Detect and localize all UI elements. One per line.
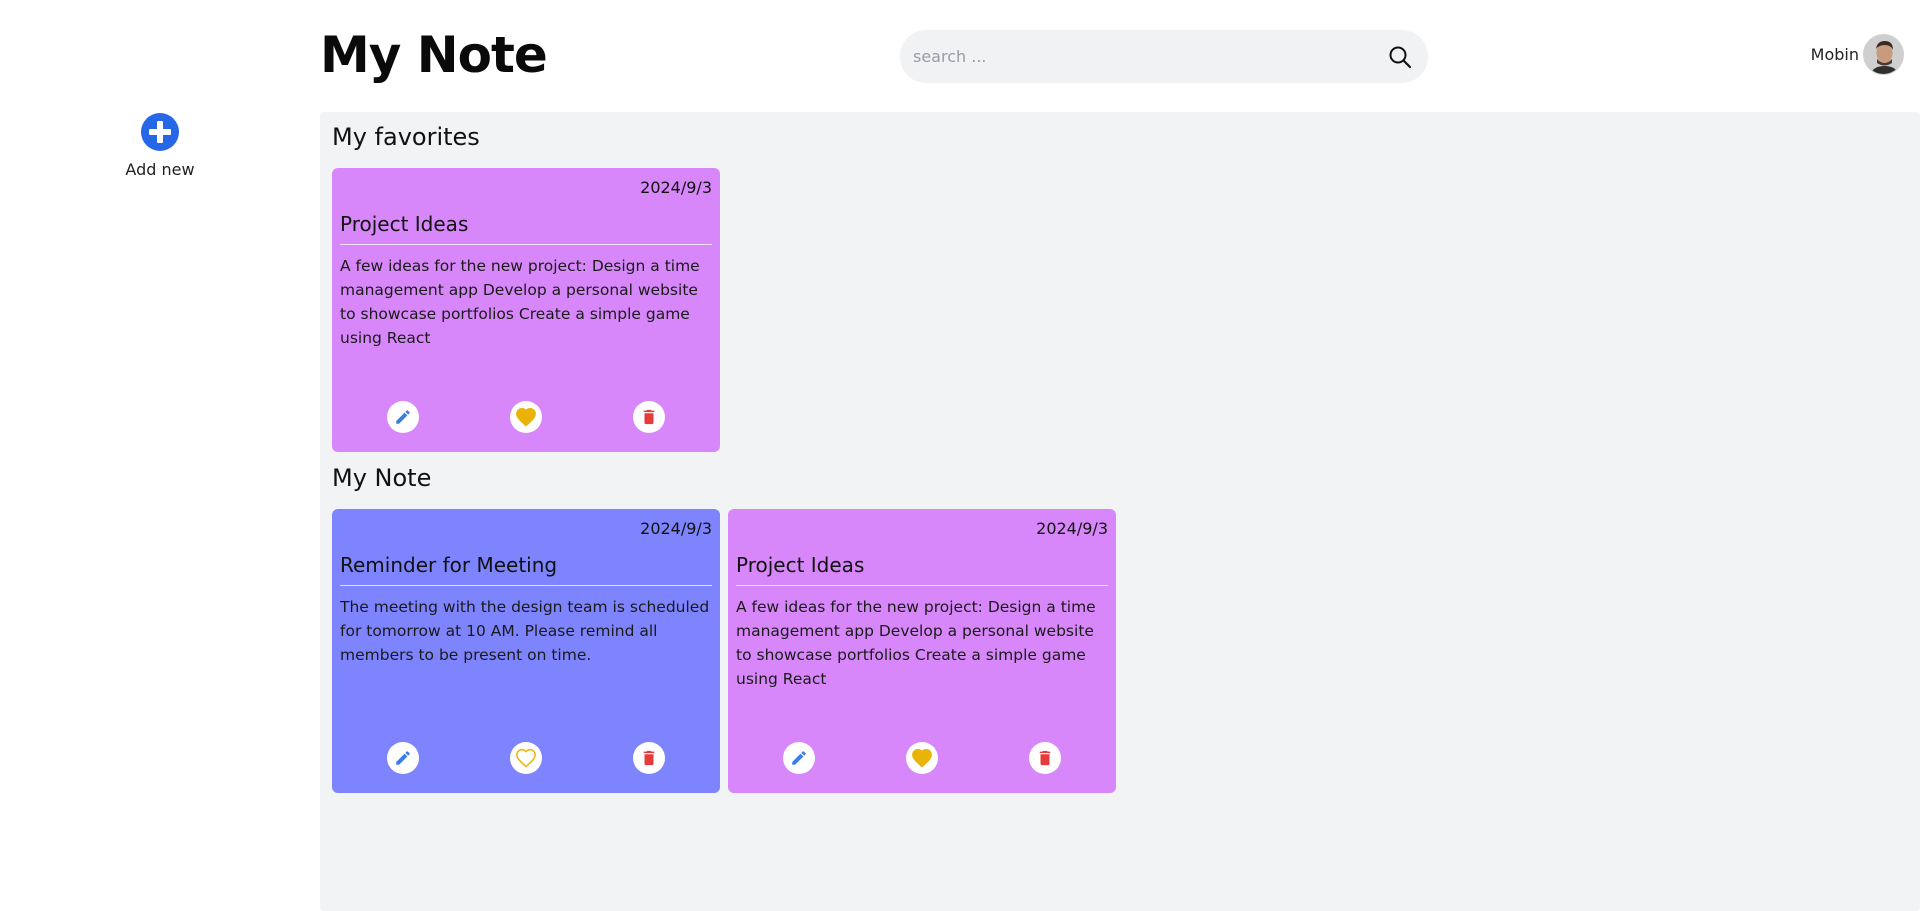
note-title: Project Ideas: [340, 212, 712, 245]
avatar[interactable]: [1863, 34, 1904, 75]
note-body: The meeting with the design team is sche…: [340, 598, 710, 664]
pencil-icon: [792, 751, 806, 765]
note-card[interactable]: 2024/9/3 Project Ideas A few ideas for t…: [728, 509, 1116, 793]
add-new-button[interactable]: Add new: [115, 112, 205, 179]
note-actions: [728, 742, 1116, 774]
delete-button[interactable]: [1029, 742, 1061, 774]
note-card[interactable]: 2024/9/3 Reminder for Meeting The meetin…: [332, 509, 720, 793]
app-title: My Note: [320, 26, 548, 84]
edit-button[interactable]: [387, 742, 419, 774]
favorite-button[interactable]: [510, 401, 542, 433]
heart-outline-icon: [516, 749, 536, 768]
favorite-button[interactable]: [510, 742, 542, 774]
note-body: A few ideas for the new project: Design …: [736, 598, 1096, 688]
note-title: Reminder for Meeting: [340, 553, 712, 586]
note-actions: [332, 742, 720, 774]
trash-icon: [643, 409, 655, 425]
edit-button[interactable]: [783, 742, 815, 774]
delete-button[interactable]: [633, 742, 665, 774]
edit-button[interactable]: [387, 401, 419, 433]
notes-section-title: My Note: [332, 464, 432, 492]
favorites-section-title: My favorites: [332, 123, 480, 151]
favorite-button[interactable]: [906, 742, 938, 774]
note-date: 2024/9/3: [640, 519, 712, 538]
search-icon[interactable]: [1386, 43, 1414, 71]
note-title: Project Ideas: [736, 553, 1108, 586]
heart-icon: [516, 408, 536, 427]
heart-icon: [912, 749, 932, 768]
note-date: 2024/9/3: [640, 178, 712, 197]
note-card[interactable]: 2024/9/3 Project Ideas A few ideas for t…: [332, 168, 720, 452]
search-bar: [900, 30, 1428, 83]
note-body: A few ideas for the new project: Design …: [340, 257, 700, 347]
plus-circle-icon[interactable]: [140, 112, 180, 152]
trash-icon: [1039, 750, 1051, 766]
search-input[interactable]: [913, 47, 1386, 66]
user-menu[interactable]: Mobin: [1811, 34, 1904, 75]
add-new-label: Add new: [125, 160, 195, 179]
pencil-icon: [396, 751, 410, 765]
trash-icon: [643, 750, 655, 766]
note-date: 2024/9/3: [1036, 519, 1108, 538]
user-name: Mobin: [1810, 45, 1859, 64]
pencil-icon: [396, 410, 410, 424]
delete-button[interactable]: [633, 401, 665, 433]
note-actions: [332, 401, 720, 433]
